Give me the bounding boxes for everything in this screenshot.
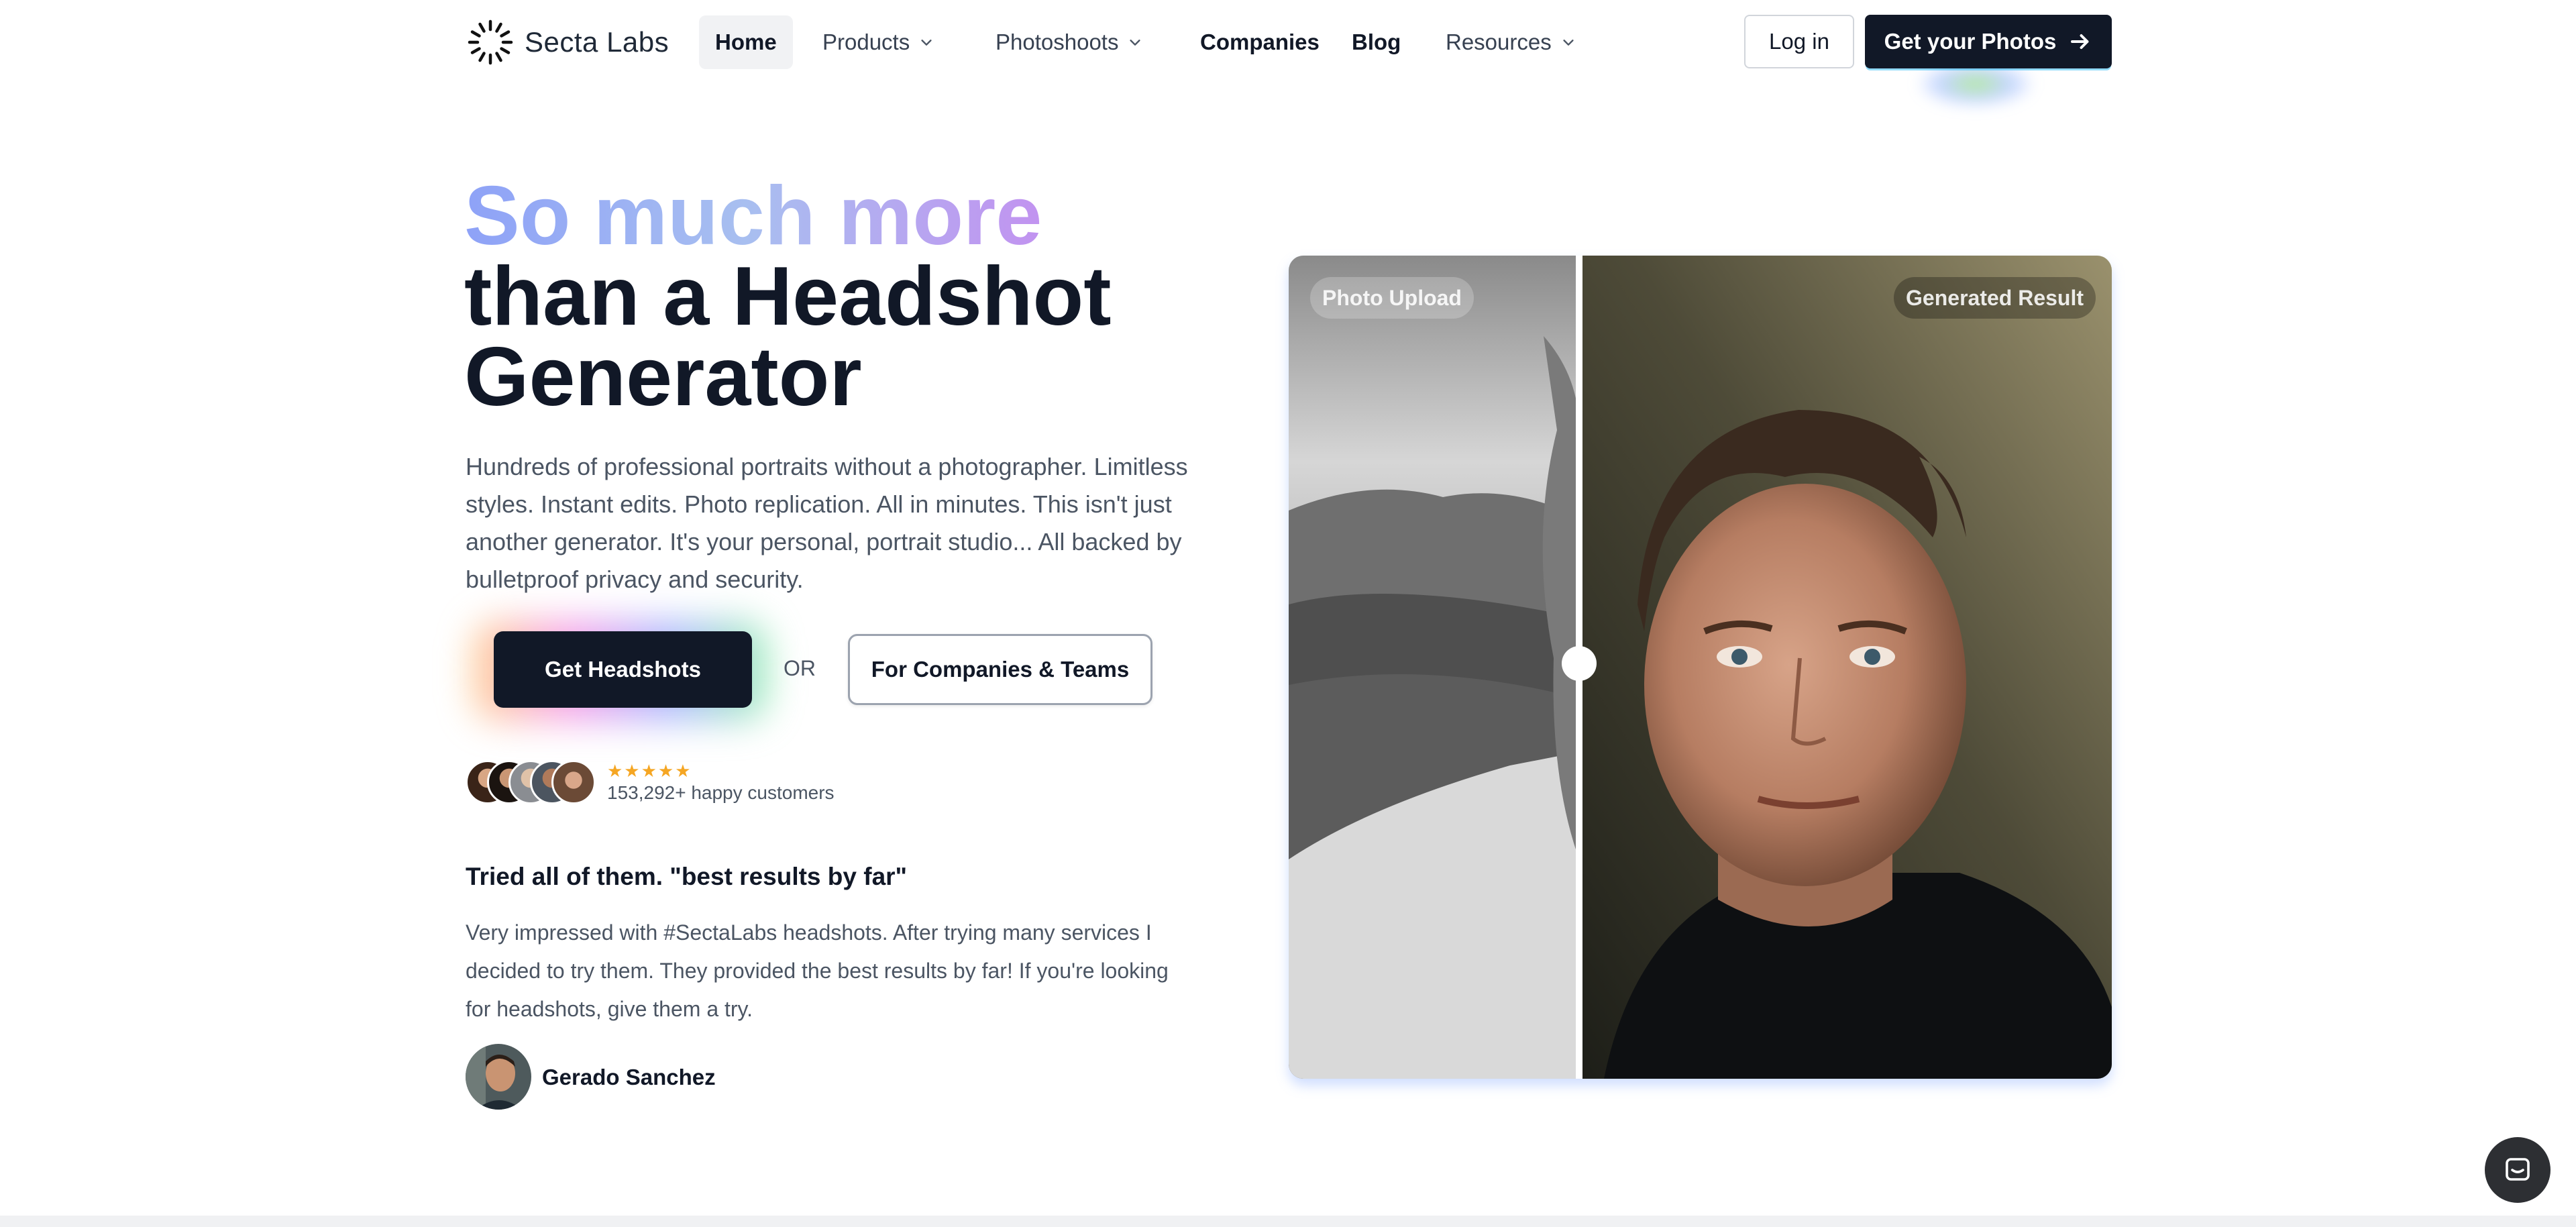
hero-description: Hundreds of professional portraits witho… [466,453,1188,593]
secta-logo-icon [468,19,513,65]
brand-logo[interactable]: Secta Labs [466,17,669,67]
reviewer-name: Gerado Sanchez [542,1065,716,1089]
nav-blog-label: Blog [1352,30,1401,54]
photo-upload-label: Photo Upload [1310,277,1474,319]
get-headshots-button[interactable]: Get Headshots [494,631,752,708]
get-photos-label: Get your Photos [1884,29,2057,54]
get-headshots-label: Get Headshots [545,657,701,682]
nav-companies-label: Companies [1200,30,1320,54]
avatar [551,760,596,804]
hero-title-line2: than a Headshot [464,250,1112,343]
nav-home[interactable]: Home [699,15,793,69]
chat-icon [2506,1158,2530,1181]
review-title: Tried all of them. "best results by far" [466,863,908,890]
nav-products[interactable]: Products [822,15,934,69]
comparison-slider-handle[interactable] [1562,646,1597,681]
customers-count: 153,292+ happy customers [607,782,835,803]
get-photos-button[interactable]: Get your Photos [1865,15,2112,68]
reviewer-avatar [466,1044,531,1110]
companies-teams-label: For Companies & Teams [871,657,1130,682]
nav-home-label: Home [715,30,777,54]
before-after-comparison[interactable]: Photo Upload Generated Result [1289,256,2112,1079]
customer-avatars [466,760,600,804]
chat-widget-button[interactable] [2485,1137,2551,1203]
review-body: Very impressed with #SectaLabs headshots… [466,920,1169,1021]
brand-name: Secta Labs [525,26,669,58]
next-section-edge [0,1216,2576,1227]
generated-result-label: Generated Result [1894,277,2096,319]
nav-resources-label: Resources [1446,30,1552,54]
hero-title-gradient: So much more [464,174,1269,258]
nav-photoshoots-label: Photoshoots [996,30,1119,54]
rating-stars: ★★★★★ [607,761,692,781]
nav-photoshoots[interactable]: Photoshoots [996,15,1142,69]
nav-resources[interactable]: Resources [1446,15,1576,69]
nav-products-label: Products [822,30,910,54]
login-button[interactable]: Log in [1744,15,1854,68]
arrow-right-icon [2071,34,2089,49]
companies-teams-button[interactable]: For Companies & Teams [848,634,1152,705]
chevron-down-icon [921,40,932,46]
login-button-label: Log in [1769,29,1829,54]
chevron-down-icon [1563,40,1574,46]
chevron-down-icon [1130,40,1141,46]
hero-title: So much more than a Headshot Generator [464,174,1269,423]
top-navigation: Secta Labs Home Products Photoshoots Com… [0,0,2576,107]
nav-blog[interactable]: Blog [1352,15,1401,69]
hero-title-line3: Generator [464,331,862,423]
nav-companies[interactable]: Companies [1200,15,1320,69]
comparison-image [1289,256,2112,1079]
or-separator: OR [784,656,816,680]
